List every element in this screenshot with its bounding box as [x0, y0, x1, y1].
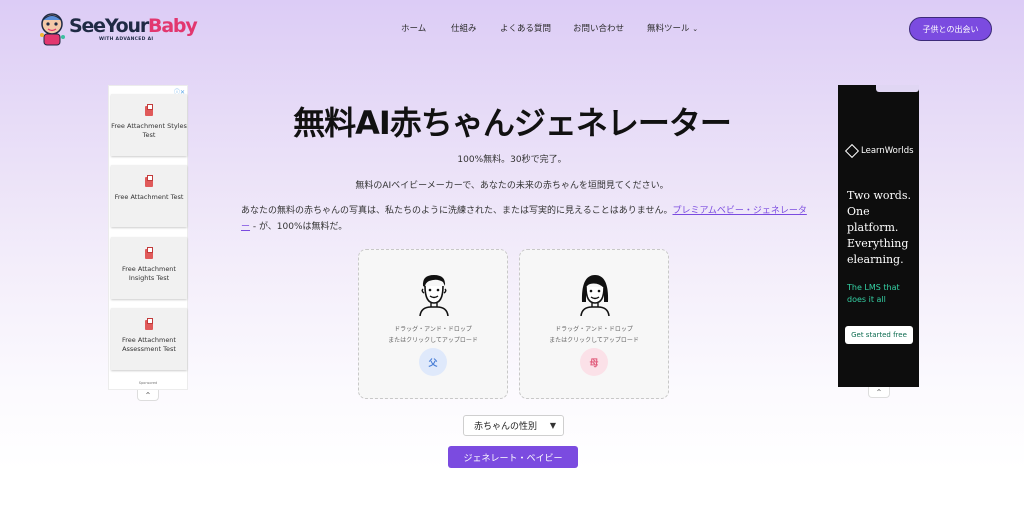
chevron-up-icon: ⌃ — [875, 387, 883, 397]
main-nav: ホーム 仕組み よくある質問 お問い合わせ 無料ツール ⌄ — [0, 22, 1024, 36]
nav-item-how-it-works[interactable]: 仕組み — [451, 22, 477, 34]
page-title: 無料AI赤ちゃんジェネレーター — [293, 104, 732, 142]
nav-item-home[interactable]: ホーム — [401, 22, 426, 34]
ad-card-label: Free Attachment Assessment Test — [122, 336, 176, 353]
ad-card[interactable]: Free Attachment Assessment Test — [111, 308, 187, 370]
ad-tagline: The LMS that does it all — [847, 283, 900, 304]
document-icon — [144, 247, 154, 259]
nav-item-faq[interactable]: よくある質問 — [500, 22, 551, 34]
mother-photo-upload[interactable]: ドラッグ・アンド・ドロップ またはクリックしてアップロード 母 — [519, 249, 669, 399]
collapse-ad-button[interactable]: ⌃ — [868, 387, 890, 398]
ad-card-label: Free Attachment Test — [114, 193, 184, 201]
father-face-icon — [417, 272, 451, 317]
chevron-up-icon: ⌃ — [144, 390, 152, 400]
nav-item-contact[interactable]: お問い合わせ — [573, 22, 624, 34]
mother-badge: 母 — [580, 348, 608, 376]
ad-card[interactable]: Free Attachment Insights Test — [111, 237, 187, 299]
ad-sponsored-label: Sponsored — [138, 381, 158, 385]
baby-gender-select[interactable]: 赤ちゃんの性別 ▼ — [463, 415, 564, 436]
baby-gender-value: 赤ちゃんの性別 — [474, 422, 538, 432]
generate-baby-button[interactable]: ジェネレート・ベイビー — [448, 446, 578, 468]
description-text: あなたの無料の赤ちゃんの写真は、私たちのように洗練された、または写実的に見えるこ… — [241, 206, 807, 232]
collapse-ad-button[interactable]: ⌃ — [137, 390, 159, 401]
nav-item-free-tools[interactable]: 無料ツール ⌄ — [647, 22, 698, 34]
mother-face-icon — [578, 272, 612, 317]
document-icon — [144, 318, 154, 330]
upload-hint: ドラッグ・アンド・ドロップ またはクリックしてアップロード — [388, 326, 478, 344]
father-badge: 父 — [419, 348, 447, 376]
get-started-button[interactable]: Get started free — [845, 326, 913, 344]
ad-headline: Two words. One platform. Everything elea… — [847, 189, 911, 266]
father-photo-upload[interactable]: ドラッグ・アンド・ドロップ またはクリックしてアップロード 父 — [358, 249, 508, 399]
chevron-down-icon: ⌄ — [692, 25, 699, 33]
page-subtitle: 100%無料。30秒で完了。 — [457, 155, 567, 165]
upload-hint: ドラッグ・アンド・ドロップ またはクリックしてアップロード — [549, 326, 639, 344]
ad-top-tab — [876, 85, 919, 92]
intro-text: 無料のAIベイビーメーカーで、あなたの未来の赤ちゃんを垣間見てください。 — [355, 181, 669, 191]
ad-card-label: Free Attachment Insights Test — [122, 265, 176, 282]
meet-your-child-button[interactable]: 子供との出会い — [909, 17, 992, 41]
site-header: SeeYourBaby WITH ADVANCED AI ホーム 仕組み よくあ… — [0, 0, 1024, 56]
dropdown-arrow-icon: ▼ — [549, 421, 556, 430]
ad-card[interactable]: Free Attachment Test — [111, 165, 187, 227]
logo-tagline: WITH ADVANCED AI — [99, 37, 154, 42]
